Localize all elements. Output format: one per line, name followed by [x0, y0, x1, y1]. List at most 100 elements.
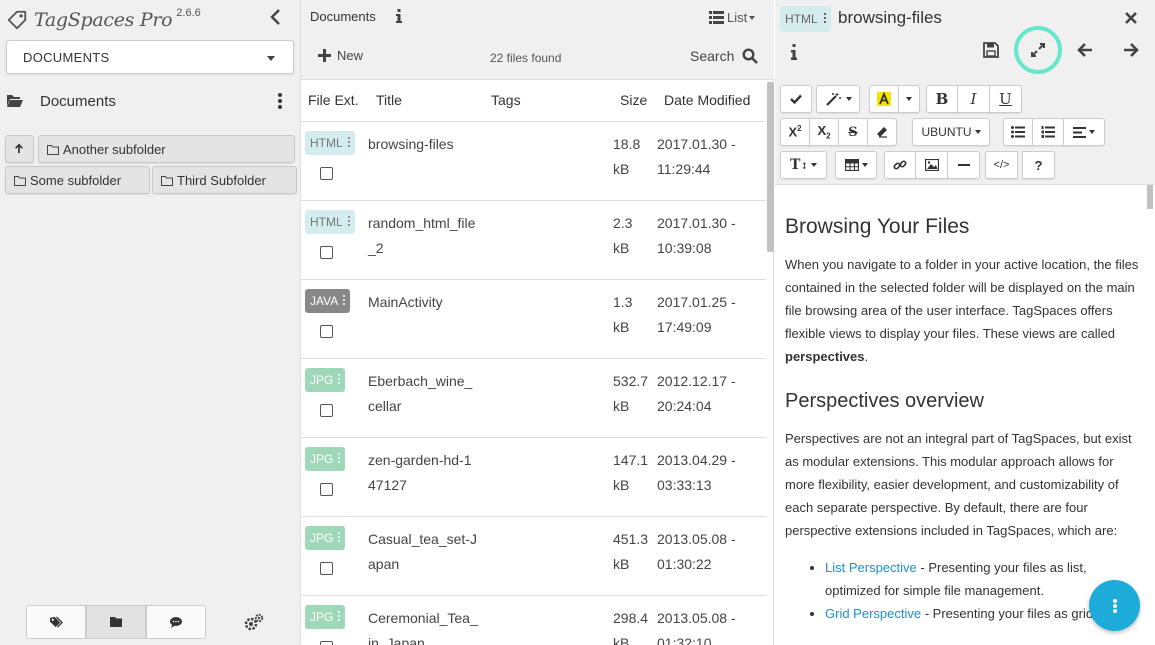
info-icon[interactable]: [395, 9, 403, 23]
tab-folders[interactable]: [86, 605, 146, 639]
file-title[interactable]: Eberbach_wine_cellar: [368, 369, 478, 419]
more-actions-button[interactable]: [1089, 580, 1140, 631]
new-file-button[interactable]: New: [318, 48, 363, 63]
chevron-down-icon: [749, 15, 756, 20]
strikethrough-icon: S: [848, 124, 858, 140]
confirm-button[interactable]: [780, 85, 812, 113]
view-switcher[interactable]: List: [709, 10, 756, 25]
arrow-left-icon[interactable]: [1077, 42, 1093, 58]
subscript-button[interactable]: X2: [809, 118, 839, 146]
file-date: 2013.04.29 - 03:33:13: [657, 452, 736, 493]
file-ext-badge[interactable]: JPG: [305, 526, 346, 550]
strikethrough-button[interactable]: S: [838, 118, 868, 146]
text-color-dropdown[interactable]: [898, 85, 920, 113]
clear-format-button[interactable]: [867, 118, 897, 146]
bullet-list-button[interactable]: [1003, 118, 1033, 146]
file-row[interactable]: HTML browsing-files 18.8 kB 2017.01.30 - 11…: [301, 122, 766, 201]
superscript-icon: X2: [788, 124, 802, 140]
underline-button[interactable]: U: [989, 85, 1022, 113]
search-button[interactable]: Search: [690, 48, 759, 64]
file-select-checkbox[interactable]: [320, 562, 333, 575]
bold-button[interactable]: B: [926, 85, 958, 113]
file-select-checkbox[interactable]: [320, 246, 333, 259]
file-title[interactable]: Casual_tea_set-Japan: [368, 527, 478, 577]
italic-button[interactable]: I: [957, 85, 990, 113]
file-select-checkbox[interactable]: [320, 404, 333, 417]
file-ext-badge[interactable]: JPG: [305, 447, 346, 471]
magic-button[interactable]: [816, 85, 860, 113]
doc-link[interactable]: List Perspective: [825, 560, 917, 575]
tab-chat[interactable]: [146, 605, 206, 639]
tag-logo-icon: [7, 10, 27, 30]
font-size-button[interactable]: T↕: [780, 151, 827, 179]
subfolder-button[interactable]: Third Subfolder: [152, 166, 297, 194]
collapse-sidebar-icon[interactable]: [266, 7, 286, 27]
save-icon[interactable]: [983, 42, 999, 58]
subfolder-button[interactable]: Another subfolder: [38, 135, 295, 163]
search-icon: [742, 48, 759, 64]
file-row[interactable]: JPG zen-garden-hd-147127 147.1 kB 2013.04.2…: [301, 438, 766, 517]
link-button[interactable]: [884, 151, 916, 179]
column-header-size[interactable]: Size: [620, 92, 647, 108]
view-label: List: [727, 10, 748, 25]
align-left-icon: [1073, 126, 1086, 138]
horizontal-rule-icon: [957, 164, 970, 166]
location-select[interactable]: DOCUMENTS: [6, 40, 294, 74]
image-button[interactable]: [915, 151, 948, 179]
file-row[interactable]: JPG Casual_tea_set-Japan 451.3 kB 2013.05.0…: [301, 517, 766, 596]
help-button[interactable]: ?: [1022, 151, 1055, 179]
table-button[interactable]: [835, 151, 877, 179]
file-row[interactable]: JPG Eberbach_wine_cellar 532.7 kB 2012.12.1…: [301, 359, 766, 438]
file-ext-badge[interactable]: HTML: [305, 210, 355, 234]
file-title[interactable]: Ceremonial_Tea_in_Japan: [368, 606, 478, 645]
column-header-tags[interactable]: Tags: [491, 92, 521, 108]
file-ext-badge[interactable]: JPG: [305, 368, 346, 392]
doc-link[interactable]: Grid Perspective: [825, 606, 921, 621]
column-header-date[interactable]: Date Modified: [664, 92, 750, 108]
column-header-ext[interactable]: File Ext.: [308, 92, 359, 108]
current-folder[interactable]: Documents: [6, 88, 294, 114]
subscript-icon: X2: [817, 123, 831, 141]
numbered-list-icon: [1041, 126, 1055, 138]
file-ext-badge[interactable]: JAVA: [305, 289, 351, 313]
file-row[interactable]: JPG Ceremonial_Tea_in_Japan 298.4 kB 2013.0…: [301, 596, 766, 645]
arrow-right-icon[interactable]: [1123, 42, 1139, 58]
file-title[interactable]: random_html_file_2: [368, 211, 478, 261]
text-color-button[interactable]: [869, 85, 899, 113]
file-select-checkbox[interactable]: [320, 167, 333, 180]
column-header-title[interactable]: Title: [376, 92, 402, 108]
file-table-body: HTML browsing-files 18.8 kB 2017.01.30 - 11…: [301, 122, 766, 645]
folder-menu-icon[interactable]: [278, 93, 282, 109]
html-editor[interactable]: Browsing Your Files When you navigate to…: [775, 184, 1155, 645]
viewer-ext-badge[interactable]: HTML: [780, 6, 831, 32]
fullscreen-button[interactable]: [1014, 26, 1062, 74]
horizontal-rule-button[interactable]: [947, 151, 980, 179]
numbered-list-button[interactable]: [1032, 118, 1064, 146]
font-select[interactable]: UBUNTU: [912, 118, 990, 146]
file-size: 298.4 kB: [613, 610, 649, 645]
superscript-button[interactable]: X2: [780, 118, 810, 146]
file-title[interactable]: MainActivity: [368, 290, 478, 315]
file-title[interactable]: browsing-files: [368, 132, 478, 157]
align-button[interactable]: [1063, 118, 1105, 146]
info-icon[interactable]: [790, 44, 798, 60]
chevron-down-icon: [1089, 130, 1095, 134]
tab-tags[interactable]: [26, 605, 86, 639]
subfolder-button[interactable]: Some subfolder: [5, 166, 150, 194]
parent-folder-button[interactable]: [5, 135, 34, 163]
file-title[interactable]: zen-garden-hd-147127: [368, 448, 478, 498]
file-row[interactable]: JAVA MainActivity 1.3 kB 2017.01.25 - 17:49…: [301, 280, 766, 359]
file-select-checkbox[interactable]: [320, 641, 333, 645]
file-select-checkbox[interactable]: [320, 483, 333, 496]
close-icon[interactable]: [1124, 11, 1138, 25]
code-view-button[interactable]: </>: [985, 151, 1018, 179]
editor-scrollbar[interactable]: [1147, 185, 1153, 209]
file-ext-badge[interactable]: JPG: [305, 605, 346, 629]
arrow-up-icon: [15, 143, 23, 154]
ext-menu-icon: [823, 13, 826, 25]
settings-gears-icon[interactable]: [243, 612, 265, 634]
file-list-scrollbar[interactable]: [767, 82, 774, 252]
file-ext-badge[interactable]: HTML: [305, 131, 355, 155]
file-row[interactable]: HTML random_html_file_2 2.3 kB 2017.01.30 -…: [301, 201, 766, 280]
file-select-checkbox[interactable]: [320, 325, 333, 338]
